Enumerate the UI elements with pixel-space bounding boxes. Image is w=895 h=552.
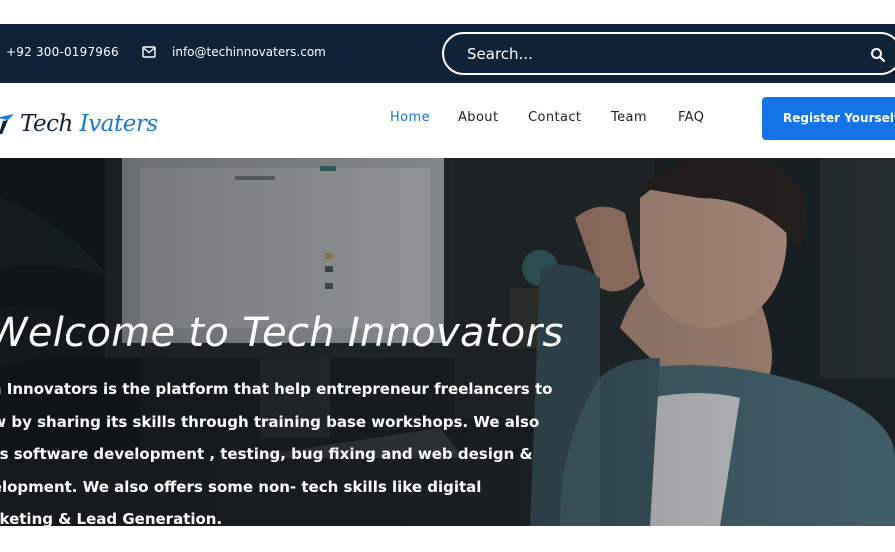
main-navbar: Tech Ivaters Home About Contact Team FAQ… (0, 83, 895, 158)
email-address[interactable]: info@techinnovaters.com (172, 45, 326, 59)
nav-faq[interactable]: FAQ (678, 110, 704, 125)
site-logo[interactable]: Tech Ivaters (0, 109, 158, 139)
hero-description-line: ers software development , testing, bug … (0, 445, 533, 463)
register-button[interactable]: Register Yourself (762, 97, 895, 140)
phone-number[interactable]: +92 300-0197966 (6, 45, 119, 59)
search-icon[interactable] (870, 47, 886, 63)
nav-contact[interactable]: Contact (528, 110, 581, 125)
hero-description-line: velopment. We also offers some non- tech… (0, 477, 482, 496)
nav-about[interactable]: About (458, 110, 498, 125)
mail-icon (142, 46, 156, 58)
top-info-bar: +92 300-0197966 info@techinnovaters.com … (0, 24, 895, 83)
logo-text-dark: Tech (20, 111, 73, 137)
hero-description-line: arketing & Lead Generation. (0, 510, 223, 526)
page-bottom-area (0, 526, 895, 552)
hero-description-line: ow by sharing its skills through trainin… (0, 412, 540, 431)
logo-mark-icon (0, 114, 14, 134)
hero-section: Welcome to Tech Innovators ch Innovators… (0, 158, 895, 526)
search-placeholder: Search... (467, 45, 533, 63)
logo-text: Tech Ivaters (20, 111, 158, 137)
hero-description: ch Innovators is the platform that help … (0, 373, 562, 526)
hero-description-line: ch Innovators is the platform that help … (0, 380, 553, 398)
logo-text-blue: vaters (88, 111, 158, 137)
logo-text-mid: I (72, 111, 89, 137)
nav-team[interactable]: Team (611, 110, 647, 125)
search-input[interactable]: Search... (442, 32, 895, 75)
nav-home[interactable]: Home (390, 110, 430, 125)
hero-title: Welcome to Tech Innovators (0, 310, 564, 356)
